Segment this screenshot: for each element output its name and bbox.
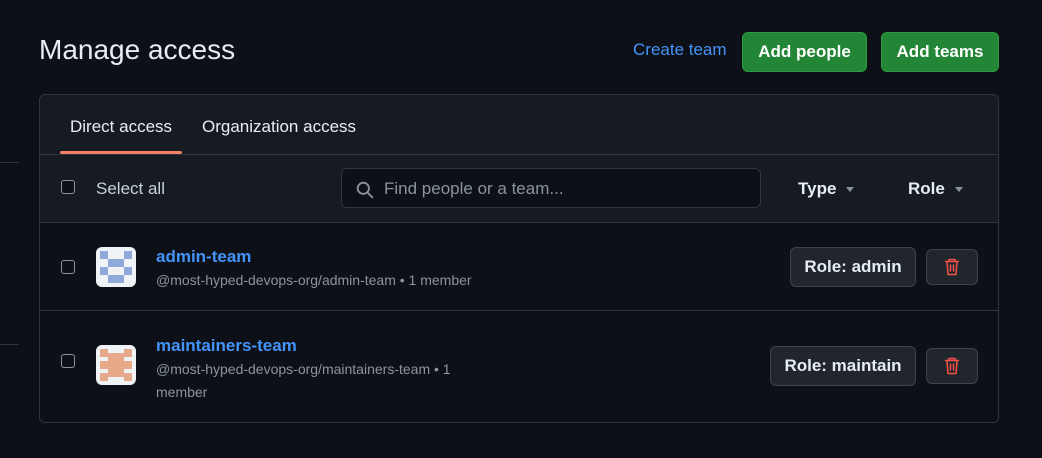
tab-organization-access[interactable]: Organization access [202, 117, 356, 137]
tab-direct-access[interactable]: Direct access [70, 117, 172, 137]
type-dropdown[interactable]: Type [798, 179, 855, 199]
team-name-link[interactable]: maintainers-team [156, 336, 297, 356]
team-avatar [96, 345, 136, 385]
search-icon [356, 181, 374, 199]
search-box [341, 168, 761, 209]
remove-team-button[interactable] [926, 249, 978, 285]
row-checkbox[interactable] [61, 260, 75, 274]
table-row: maintainers-team @most-hyped-devops-org/… [40, 311, 998, 422]
edge-divider [0, 162, 19, 163]
role-dropdown[interactable]: Role [908, 179, 963, 199]
team-avatar [96, 247, 136, 287]
row-checkbox[interactable] [61, 354, 75, 368]
role-dropdown-label: Role [908, 179, 945, 198]
search-input[interactable] [382, 169, 756, 209]
team-meta: @most-hyped-devops-org/maintainers-team … [156, 358, 451, 404]
role-maintain-button[interactable]: Role: maintain [770, 346, 916, 386]
page-title: Manage access [39, 34, 236, 65]
remove-team-button[interactable] [926, 348, 978, 384]
team-meta-line: @most-hyped-devops-org/admin-team • 1 me… [156, 272, 472, 288]
chevron-down-icon [846, 186, 855, 192]
chevron-down-icon [954, 186, 963, 192]
table-row: admin-team @most-hyped-devops-org/admin-… [40, 223, 998, 311]
add-teams-button[interactable]: Add teams [881, 32, 999, 72]
role-admin-button[interactable]: Role: admin [790, 247, 916, 287]
type-dropdown-label: Type [798, 179, 837, 198]
team-meta-line: member [156, 384, 208, 400]
access-panel: Direct access Organization access Select… [39, 94, 999, 423]
edge-divider [0, 344, 19, 345]
tab-bar: Direct access Organization access [40, 95, 998, 155]
select-all-checkbox[interactable] [61, 180, 75, 194]
team-meta-line: @most-hyped-devops-org/maintainers-team … [156, 361, 451, 377]
active-tab-indicator [60, 151, 182, 154]
filter-bar: Select all Type Role [40, 155, 998, 223]
team-name-link[interactable]: admin-team [156, 247, 251, 267]
trash-icon [944, 357, 960, 375]
create-team-link[interactable]: Create team [633, 40, 727, 60]
trash-icon [944, 258, 960, 276]
team-meta: @most-hyped-devops-org/admin-team • 1 me… [156, 269, 472, 292]
add-people-button[interactable]: Add people [742, 32, 867, 72]
select-all-label: Select all [96, 179, 165, 198]
